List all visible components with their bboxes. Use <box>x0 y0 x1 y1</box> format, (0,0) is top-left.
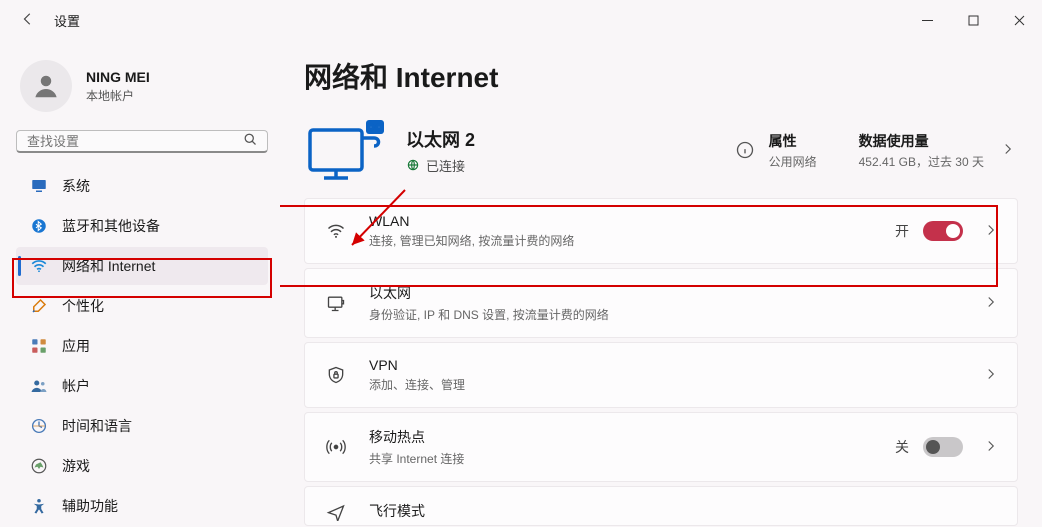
card-airplane[interactable]: 飞行模式 <box>304 486 1018 526</box>
sidebar-item-apps[interactable]: 应用 <box>16 327 268 365</box>
sidebar-item-label: 游戏 <box>62 456 90 476</box>
chevron-right-icon <box>985 295 997 311</box>
card-sub: 添加、连接、管理 <box>369 376 977 393</box>
chevron-right-icon <box>985 439 997 455</box>
toggle-label: 开 <box>895 221 909 241</box>
wifi-icon <box>30 257 48 275</box>
hotspot-toggle[interactable] <box>923 437 963 457</box>
card-title: 以太网 <box>369 283 977 303</box>
clock-globe-icon <box>30 417 48 435</box>
sidebar-item-label: 时间和语言 <box>62 416 132 436</box>
data-usage-label: 数据使用量 <box>859 131 984 151</box>
properties-block[interactable]: 属性 公用网络 <box>731 131 817 170</box>
accessibility-icon <box>30 497 48 515</box>
card-title: 飞行模式 <box>369 501 1001 521</box>
sidebar-item-label: 系统 <box>62 176 90 196</box>
wlan-toggle[interactable] <box>923 221 963 241</box>
sidebar-item-bluetooth[interactable]: 蓝牙和其他设备 <box>16 207 268 245</box>
sidebar-item-time-language[interactable]: 时间和语言 <box>16 407 268 445</box>
airplane-icon <box>323 501 349 521</box>
card-sub: 身份验证, IP 和 DNS 设置, 按流量计费的网络 <box>369 306 977 323</box>
user-name: NING MEI <box>86 69 150 85</box>
search-icon <box>241 132 259 150</box>
avatar <box>20 60 72 112</box>
card-title: WLAN <box>369 213 895 229</box>
card-wlan[interactable]: WLAN 连接, 管理已知网络, 按流量计费的网络 开 <box>304 198 1018 264</box>
shield-lock-icon <box>323 365 349 385</box>
title-bar: 设置 <box>0 0 1042 40</box>
hotspot-icon <box>323 437 349 457</box>
apps-icon <box>30 337 48 355</box>
card-ethernet[interactable]: 以太网 身份验证, IP 和 DNS 设置, 按流量计费的网络 <box>304 268 1018 338</box>
ethernet-icon <box>323 293 349 313</box>
sidebar-item-network[interactable]: 网络和 Internet <box>16 247 268 285</box>
sidebar-item-label: 网络和 Internet <box>62 256 155 276</box>
chevron-right-icon <box>1002 142 1014 158</box>
system-icon <box>30 177 48 195</box>
bluetooth-icon <box>30 217 48 235</box>
card-title: VPN <box>369 357 977 373</box>
gaming-icon <box>30 457 48 475</box>
sidebar-item-gaming[interactable]: 游戏 <box>16 447 268 485</box>
main-panel: 网络和 Internet 以太网 2 <box>280 40 1042 527</box>
user-subtitle: 本地帐户 <box>86 87 150 104</box>
page-title: 网络和 Internet <box>304 56 1018 96</box>
sidebar-item-personalization[interactable]: 个性化 <box>16 287 268 325</box>
accounts-icon <box>30 377 48 395</box>
window-controls <box>904 0 1042 40</box>
properties-sub: 公用网络 <box>769 153 817 170</box>
sidebar-item-label: 帐户 <box>62 376 90 396</box>
search-box[interactable] <box>16 130 268 153</box>
chevron-right-icon <box>985 367 997 383</box>
user-block[interactable]: NING MEI 本地帐户 <box>16 50 268 130</box>
search-input[interactable] <box>27 134 241 149</box>
toggle-label: 关 <box>895 437 909 457</box>
card-sub: 共享 Internet 连接 <box>369 450 895 467</box>
data-usage-block[interactable]: 数据使用量 452.41 GB，过去 30 天 <box>849 131 1018 170</box>
connection-status-row: 以太网 2 已连接 属性 公用网络 <box>304 112 1018 198</box>
card-hotspot[interactable]: 移动热点 共享 Internet 连接 关 <box>304 412 1018 482</box>
sidebar-item-label: 应用 <box>62 336 90 356</box>
globe-icon <box>406 158 420 172</box>
settings-cards: WLAN 连接, 管理已知网络, 按流量计费的网络 开 以太网 身份 <box>304 198 1018 526</box>
sidebar-item-label: 辅助功能 <box>62 496 118 516</box>
paintbrush-icon <box>30 297 48 315</box>
card-title: 移动热点 <box>369 427 895 447</box>
sidebar-item-accessibility[interactable]: 辅助功能 <box>16 487 268 525</box>
card-sub: 连接, 管理已知网络, 按流量计费的网络 <box>369 232 895 249</box>
info-icon <box>731 136 759 164</box>
sidebar-item-label: 蓝牙和其他设备 <box>62 216 160 236</box>
connection-name: 以太网 2 <box>406 126 475 152</box>
sidebar-item-accounts[interactable]: 帐户 <box>16 367 268 405</box>
back-button[interactable] <box>16 12 40 29</box>
card-vpn[interactable]: VPN 添加、连接、管理 <box>304 342 1018 408</box>
window-title: 设置 <box>54 11 80 30</box>
network-illustration-icon <box>304 116 392 184</box>
data-usage-sub: 452.41 GB，过去 30 天 <box>859 153 984 170</box>
sidebar-item-label: 个性化 <box>62 296 104 316</box>
sidebar: NING MEI 本地帐户 系统 蓝牙和其他设备 网络和 Internet <box>0 40 280 527</box>
minimize-button[interactable] <box>904 0 950 40</box>
close-button[interactable] <box>996 0 1042 40</box>
sidebar-nav: 系统 蓝牙和其他设备 网络和 Internet 个性化 应用 帐户 <box>16 167 268 527</box>
sidebar-item-system[interactable]: 系统 <box>16 167 268 205</box>
properties-label: 属性 <box>769 131 817 151</box>
chevron-right-icon <box>985 223 997 239</box>
maximize-button[interactable] <box>950 0 996 40</box>
connection-state: 已连接 <box>406 156 475 175</box>
wifi-icon <box>323 221 349 241</box>
